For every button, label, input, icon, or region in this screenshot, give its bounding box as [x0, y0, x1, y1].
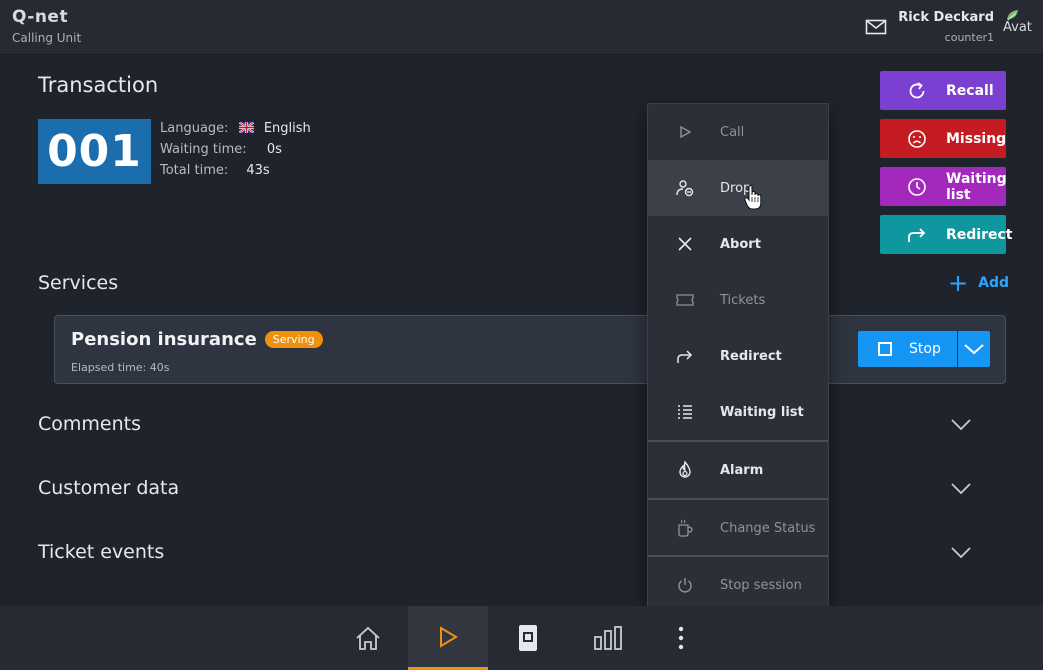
avatar[interactable]: Avat [1002, 8, 1040, 38]
stop-icon [878, 342, 892, 356]
total-time-label: Total time: [160, 163, 229, 178]
recall-label: Recall [946, 82, 994, 99]
elapsed-time: Elapsed time: 40s [71, 361, 170, 374]
menu-item-call[interactable]: Call [648, 104, 828, 160]
user-name[interactable]: Rick Deckard [898, 10, 994, 25]
play-icon [676, 123, 694, 141]
service-name-row: Pension insurance Serving [71, 329, 323, 350]
waiting-time-row: Waiting time: 0s [160, 142, 282, 157]
ticket-icon [676, 291, 694, 309]
more-icon [678, 626, 684, 650]
menu-label: Call [720, 124, 745, 140]
menu-label: Abort [720, 236, 761, 252]
chevron-down-icon [964, 344, 984, 355]
menu-item-waiting-list[interactable]: Waiting list [648, 384, 828, 440]
recall-button[interactable]: Recall [880, 71, 1006, 110]
user-remove-icon [676, 179, 694, 197]
stop-label: Stop [909, 341, 941, 357]
stats-icon [594, 626, 622, 650]
menu-item-redirect[interactable]: Redirect [648, 328, 828, 384]
menu-item-tickets[interactable]: Tickets [648, 272, 828, 328]
uk-flag-icon [238, 122, 254, 133]
hand-cursor-icon [744, 185, 762, 210]
menu-item-stop-session[interactable]: Stop session [648, 557, 828, 613]
nav-serve[interactable] [408, 606, 488, 670]
add-label: Add [978, 275, 1009, 291]
close-icon [676, 235, 694, 253]
menu-item-change-status[interactable]: Change Status [648, 500, 828, 556]
app-logo: Q-net [12, 7, 69, 27]
waiting-list-button[interactable]: Waiting list [880, 167, 1007, 206]
mail-icon[interactable] [865, 17, 887, 37]
app-subtitle: Calling Unit [12, 31, 82, 45]
service-card: Pension insurance Serving Elapsed time: 4… [54, 315, 1006, 384]
ticket-events-title[interactable]: Ticket events [38, 541, 164, 563]
menu-label: Stop session [720, 577, 802, 593]
menu-item-abort[interactable]: Abort [648, 216, 828, 272]
waiting-time-label: Waiting time: [160, 142, 247, 157]
menu-label: Alarm [720, 462, 764, 478]
stop-button[interactable]: Stop [858, 331, 957, 367]
nav-statistics[interactable] [568, 606, 648, 670]
menu-label: Tickets [720, 292, 766, 308]
ticket-icon [519, 625, 537, 651]
chevron-down-icon[interactable] [950, 482, 972, 496]
language-value: English [263, 121, 311, 136]
user-counter: counter1 [944, 31, 994, 44]
language-label: Language: [160, 121, 229, 136]
coffee-icon [676, 519, 694, 537]
clock-icon [906, 176, 928, 198]
services-title: Services [38, 272, 119, 294]
actions-menu: Call Drop Abort Tickets Redirect Waiting… [647, 103, 829, 612]
nav-ticket[interactable] [488, 606, 568, 670]
total-time-value: 43s [246, 163, 270, 178]
redirect-button[interactable]: Redirect [880, 215, 1013, 254]
total-time-row: Total time: 43s [160, 163, 270, 178]
menu-label: Change Status [720, 520, 816, 536]
avatar-alt-text: Avat [1003, 20, 1032, 35]
language-row: Language: English [160, 121, 311, 136]
stop-dropdown-button[interactable] [958, 331, 990, 367]
menu-label: Waiting list [720, 404, 804, 420]
transaction-title: Transaction [38, 73, 159, 97]
missing-button[interactable]: Missing [880, 119, 1006, 158]
menu-label: Redirect [720, 348, 782, 364]
waiting-time-value: 0s [266, 142, 282, 157]
flame-icon [676, 461, 694, 479]
refresh-icon [906, 80, 928, 102]
service-name: Pension insurance [71, 329, 257, 350]
plus-icon: + [948, 269, 969, 297]
chevron-down-icon[interactable] [950, 418, 972, 432]
comments-title[interactable]: Comments [38, 413, 141, 435]
missing-label: Missing [946, 130, 1007, 147]
home-icon [356, 626, 380, 650]
redirect-label: Redirect [946, 226, 1013, 243]
chevron-down-icon[interactable] [950, 546, 972, 560]
power-icon [676, 576, 694, 594]
status-badge: Serving [264, 331, 323, 348]
app-header: Q-net Calling Unit Rick Deckard counter1… [0, 0, 1043, 55]
bottom-nav [0, 606, 1043, 670]
menu-item-alarm[interactable]: Alarm [648, 442, 828, 498]
add-service-button[interactable]: + Add [948, 269, 1009, 297]
sad-face-icon [906, 128, 928, 150]
list-icon [676, 403, 694, 421]
customer-data-title[interactable]: Customer data [38, 477, 179, 499]
nav-more[interactable] [641, 606, 721, 670]
redirect-icon [676, 347, 694, 365]
redirect-icon [906, 224, 928, 246]
menu-item-drop[interactable]: Drop [648, 160, 828, 216]
ticket-number: 001 [38, 119, 151, 184]
play-icon [440, 625, 458, 648]
nav-home[interactable] [328, 606, 408, 670]
waiting-list-label: Waiting list [946, 170, 1007, 203]
